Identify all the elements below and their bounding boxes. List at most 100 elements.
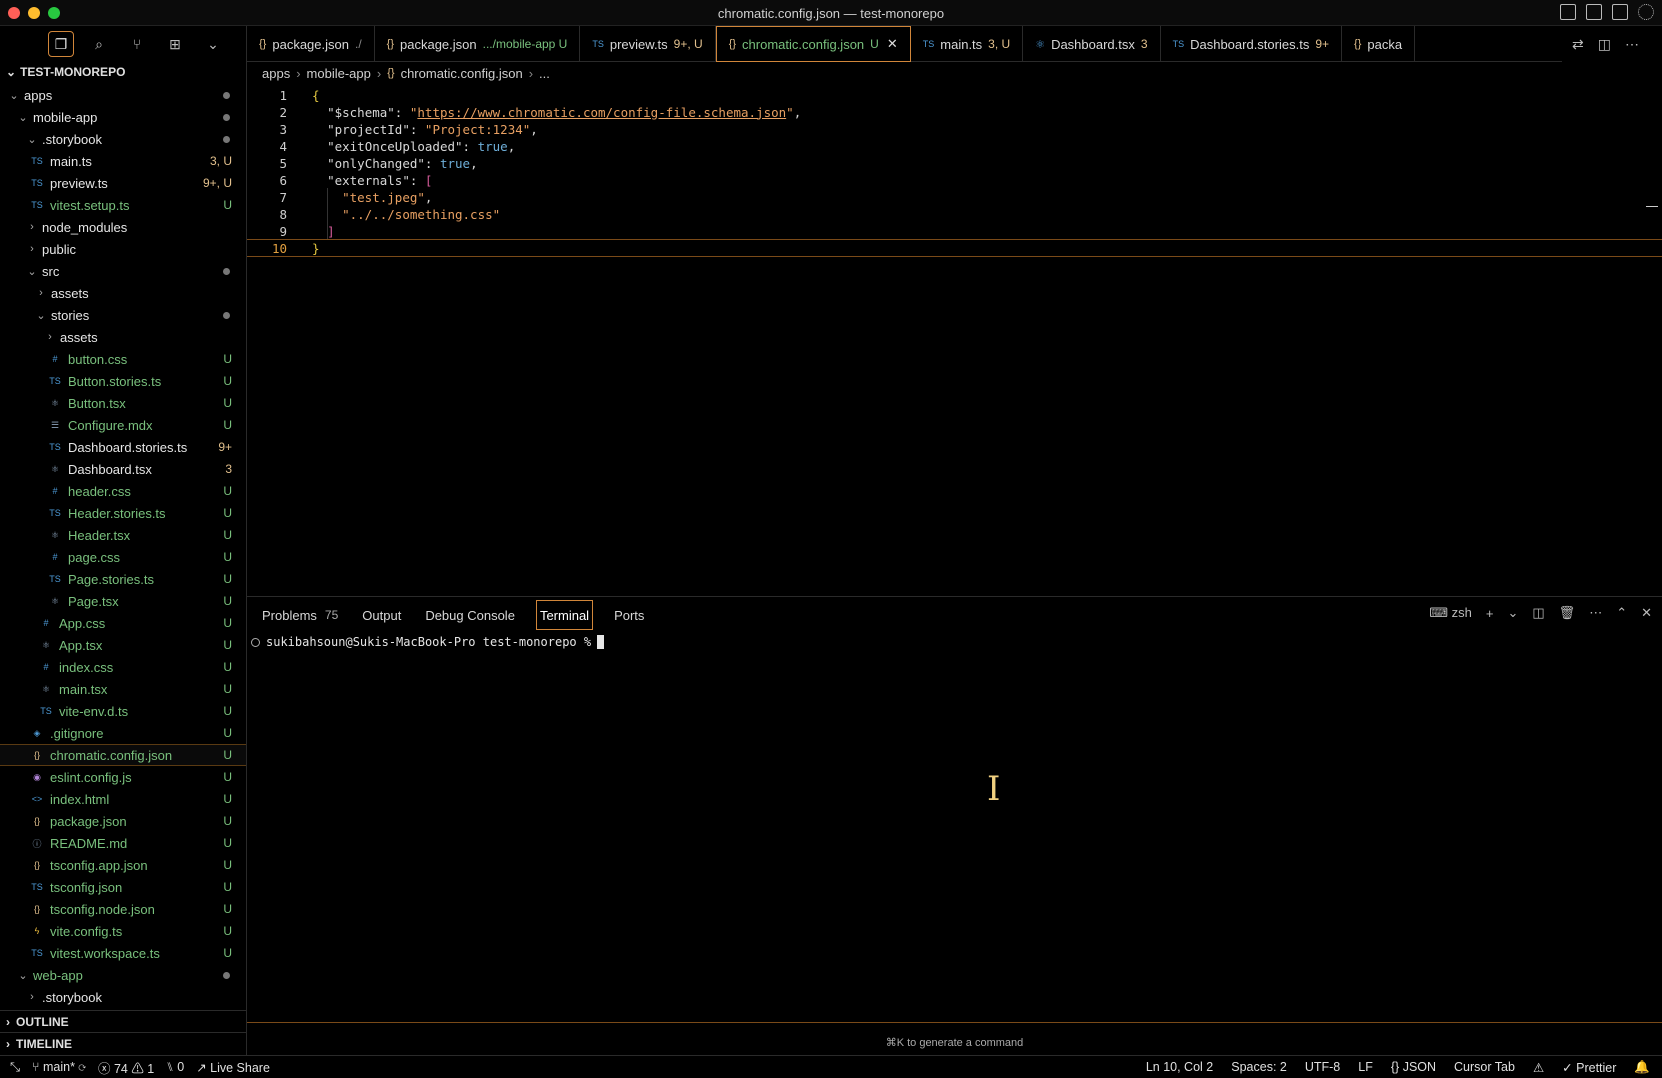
live-share-button[interactable]: ↗ Live Share [196,1060,270,1075]
language-mode[interactable]: {} JSON [1391,1060,1436,1074]
tree-item[interactable]: {} tsconfig.node.json U [0,898,246,920]
tree-item[interactable]: TS vite-env.d.ts U [0,700,246,722]
cursor-tab[interactable]: Cursor Tab [1454,1060,1515,1074]
chevron-up-icon[interactable]: ⌃ [1616,605,1627,621]
search-icon[interactable]: ⌕ [86,31,112,57]
editor-tab[interactable]: ⚛ Dashboard.tsx 3 [1023,26,1161,62]
tree-item[interactable]: ⚛ App.tsx U [0,634,246,656]
eol[interactable]: LF [1358,1060,1373,1074]
breadcrumb-item[interactable]: apps [262,66,290,81]
compare-icon[interactable]: ⇄ [1572,36,1584,53]
tree-item[interactable]: # page.css U [0,546,246,568]
tree-item[interactable]: # button.css U [0,348,246,370]
tree-item[interactable]: ⌄ src [0,260,246,282]
indentation[interactable]: Spaces: 2 [1231,1060,1287,1074]
tree-item[interactable]: {} chromatic.config.json U [0,744,246,766]
tree-item[interactable]: › .storybook [0,986,246,1008]
tree-item[interactable]: › public [0,238,246,260]
extensions-icon[interactable]: ⊞ [162,31,188,57]
tree-item[interactable]: ⌄ .storybook [0,128,246,150]
tree-item[interactable]: ⓘ README.md U [0,832,246,854]
tree-item[interactable]: TS vitest.setup.ts U [0,194,246,216]
terminal-shell[interactable]: ⌨ zsh [1429,605,1472,621]
tree-item[interactable]: › assets [0,282,246,304]
toggle-panel-icon[interactable] [1586,4,1602,20]
tree-item[interactable]: TS main.ts 3, U [0,150,246,172]
files-icon[interactable]: ❐ [48,31,74,57]
tree-item[interactable]: ⚛ main.tsx U [0,678,246,700]
chevron-down-icon[interactable]: ⌄ [1507,605,1518,621]
close-icon[interactable]: ✕ [1641,605,1652,621]
panel-tab[interactable]: Output [359,600,404,630]
panel-tab[interactable]: Problems 75 [259,600,341,630]
code-line[interactable]: 1{ [247,86,1662,104]
toggle-secondary-sidebar-icon[interactable] [1612,4,1628,20]
chevron-down-icon[interactable]: ⌄ [200,31,226,57]
outline-section[interactable]: › OUTLINE [0,1010,246,1032]
editor-tab[interactable]: TS main.ts 3, U [911,26,1024,62]
breadcrumb-item[interactable]: chromatic.config.json [401,66,523,81]
tree-item[interactable]: # index.css U [0,656,246,678]
tree-item[interactable]: TS preview.ts 9+, U [0,172,246,194]
tree-item[interactable]: ⚛ Button.tsx U [0,392,246,414]
code-line[interactable]: 3 "projectId": "Project:1234", [247,120,1662,138]
tree-item[interactable]: TS Page.stories.ts U [0,568,246,590]
tree-item[interactable]: ϟ vite.config.ts U [0,920,246,942]
tree-item[interactable]: TS Header.stories.ts U [0,502,246,524]
tree-item[interactable]: TS vitest.workspace.ts U [0,942,246,964]
panel-tab[interactable]: Ports [611,600,647,630]
warning-icon[interactable]: ⚠ [1533,1060,1544,1075]
tree-item[interactable]: TS Dashboard.stories.ts 9+ [0,436,246,458]
tree-item[interactable]: TS tsconfig.json U [0,876,246,898]
code-line[interactable]: 10} [247,239,1662,257]
source-control-icon[interactable]: ⑂ [124,31,150,57]
encoding[interactable]: UTF-8 [1305,1060,1340,1074]
new-terminal-icon[interactable]: + [1486,606,1494,621]
timeline-section[interactable]: › TIMELINE [0,1032,246,1054]
problems-indicator[interactable]: ⓧ 74 ⚠ 1 [98,1058,154,1077]
more-actions-icon[interactable]: ⋯ [1589,605,1602,621]
trash-icon[interactable]: 🗑 [1559,605,1576,621]
code-line[interactable]: 8 "../../something.css" [247,205,1662,223]
tree-item[interactable]: ☰ Configure.mdx U [0,414,246,436]
branch-indicator[interactable]: ⑂ main* ⟳ [32,1060,86,1074]
editor-tab[interactable]: {} package.json ./ [247,26,375,62]
tree-item[interactable]: ◉ eslint.config.js U [0,766,246,788]
tree-item[interactable]: ◈ .gitignore U [0,722,246,744]
terminal-line[interactable]: sukibahsoun@Sukis-MacBook-Pro test-monor… [251,635,605,649]
split-terminal-icon[interactable]: ◫ [1532,605,1544,621]
tree-item[interactable]: ⌄ web-app [0,964,246,986]
code-line[interactable]: 9 ] [247,222,1662,240]
tree-item[interactable]: ⌄ stories [0,304,246,326]
more-actions-icon[interactable]: ⋯ [1625,36,1639,53]
tree-item[interactable]: <> index.html U [0,788,246,810]
cursor-position[interactable]: Ln 10, Col 2 [1146,1060,1213,1074]
tree-item[interactable]: TS Button.stories.ts U [0,370,246,392]
code-line[interactable]: 4 "exitOnceUploaded": true, [247,137,1662,155]
tree-item[interactable]: # App.css U [0,612,246,634]
tree-item[interactable]: › node_modules [0,216,246,238]
editor-tab[interactable]: TS preview.ts 9+, U [580,26,716,62]
tree-item[interactable]: › assets [0,326,246,348]
remote-icon[interactable]: ⤡ [10,1060,20,1075]
tree-item[interactable]: ⚛ Page.tsx U [0,590,246,612]
editor-tab[interactable]: {} chromatic.config.json U ✕ [715,26,911,62]
code-editor[interactable]: 1{2 "$schema": "https://www.chromatic.co… [247,84,1662,594]
tree-item[interactable]: ⌄ apps [0,84,246,106]
tree-item[interactable]: {} tsconfig.app.json U [0,854,246,876]
tree-item[interactable]: {} package.json U [0,810,246,832]
code-line[interactable]: 6 "externals": [ [247,171,1662,189]
editor-tab[interactable]: {} package.json .../mobile-app U [375,26,581,62]
tree-item[interactable]: ⚛ Dashboard.tsx 3 [0,458,246,480]
toggle-sidebar-icon[interactable] [1560,4,1576,20]
split-editor-icon[interactable]: ◫ [1598,36,1611,53]
close-icon[interactable]: ✕ [887,36,898,52]
code-line[interactable]: 5 "onlyChanged": true, [247,154,1662,172]
explorer-root[interactable]: ⌄ TEST-MONOREPO [0,62,246,82]
gear-icon[interactable] [1638,4,1654,20]
panel-tab[interactable]: Debug Console [422,600,518,630]
editor-tab[interactable]: {} packa [1342,26,1416,62]
editor-tab[interactable]: TS Dashboard.stories.ts 9+ [1161,26,1343,62]
panel-tab[interactable]: Terminal [535,600,594,630]
tree-item[interactable]: # header.css U [0,480,246,502]
